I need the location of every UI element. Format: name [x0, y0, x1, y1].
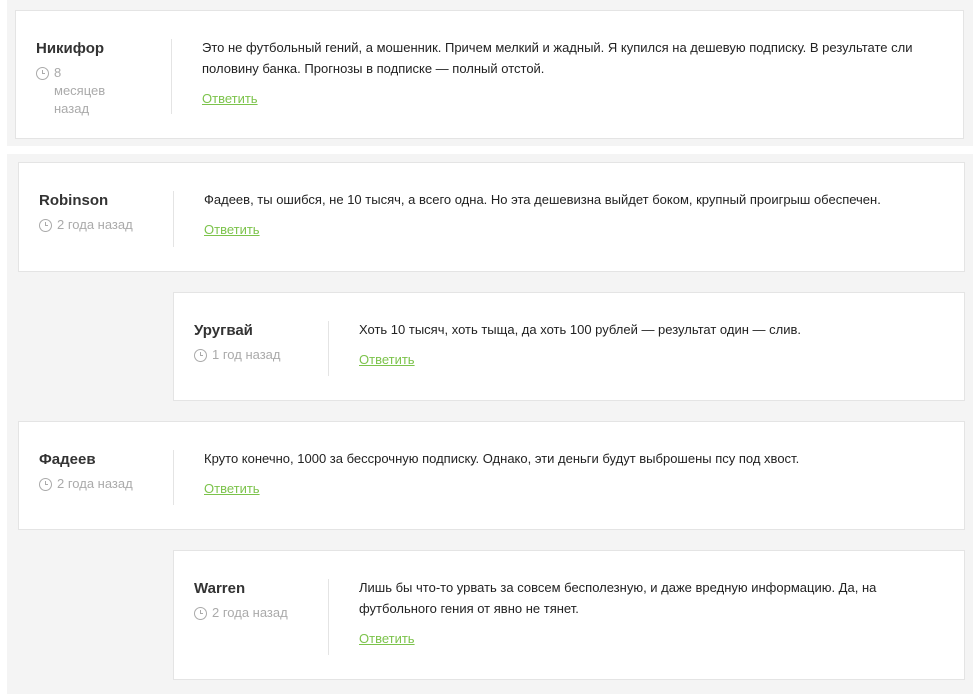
comment-body: Лишь бы что-то урвать за совсем бесполез…: [329, 551, 964, 679]
comment-author: Фадеев: [39, 451, 96, 468]
comment-time: 1 год назад: [194, 346, 329, 364]
reply-link[interactable]: Ответить: [204, 222, 260, 237]
comment-card-reply: Warren 2 года назад Лишь бы что-то урват…: [173, 550, 965, 680]
comment-time-text: 8 месяцев назад: [54, 65, 106, 116]
comment-author: Никифор: [36, 40, 105, 57]
comment-time: 2 года назад: [194, 604, 329, 622]
comment-text: Круто конечно, 1000 за бессрочную подпис…: [204, 451, 800, 466]
comment-card-reply: Уругвай 1 год назад Хоть 10 тысяч, хоть …: [173, 292, 965, 401]
reply-link[interactable]: Ответить: [202, 91, 258, 106]
clock-icon: [194, 607, 207, 620]
comment-body: Это не футбольный гений, а мошенник. При…: [172, 11, 963, 138]
comment-card: Robinson 2 года назад Фадеев, ты ошибся,…: [18, 162, 965, 272]
comment-meta: Уругвай 1 год назад: [174, 293, 329, 400]
reply-link[interactable]: Ответить: [204, 481, 260, 496]
comment-author: Warren: [194, 580, 246, 597]
comment-time-text: 2 года назад: [212, 605, 288, 620]
comment-time-text: 1 год назад: [212, 347, 281, 362]
comment-author: Robinson: [39, 192, 109, 209]
reply-link[interactable]: Ответить: [359, 631, 415, 646]
comment-body: Фадеев, ты ошибся, не 10 тысяч, а всего …: [174, 163, 964, 271]
comment-time-text: 2 года назад: [57, 217, 133, 232]
clock-icon: [36, 67, 49, 80]
comment-body: Круто конечно, 1000 за бессрочную подпис…: [174, 422, 964, 529]
comment-text: Это не футбольный гений, а мошенник. При…: [202, 40, 913, 76]
comment-time-text: 2 года назад: [57, 476, 133, 491]
clock-icon: [39, 219, 52, 232]
comment-meta: Robinson 2 года назад: [19, 163, 174, 271]
comments-section: Никифор 8 месяцев назад Это не футбольны…: [0, 0, 980, 694]
comment-meta: Warren 2 года назад: [174, 551, 329, 679]
clock-icon: [194, 349, 207, 362]
comment-meta: Фадеев 2 года назад: [19, 422, 174, 529]
clock-icon: [39, 478, 52, 491]
comment-body: Хоть 10 тысяч, хоть тыща, да хоть 100 ру…: [329, 293, 964, 400]
comment-time: 8 месяцев назад: [36, 64, 172, 118]
comment-time: 2 года назад: [39, 216, 174, 234]
comment-card: Фадеев 2 года назад Круто конечно, 1000 …: [18, 421, 965, 530]
comment-meta: Никифор 8 месяцев назад: [16, 11, 172, 138]
comment-text: Фадеев, ты ошибся, не 10 тысяч, а всего …: [204, 192, 881, 207]
comment-time: 2 года назад: [39, 475, 174, 493]
comment-card: Никифор 8 месяцев назад Это не футбольны…: [15, 10, 964, 139]
comment-text: Лишь бы что-то урвать за совсем бесполез…: [359, 580, 877, 616]
comment-text: Хоть 10 тысяч, хоть тыща, да хоть 100 ру…: [359, 322, 801, 337]
reply-link[interactable]: Ответить: [359, 352, 415, 367]
comment-author: Уругвай: [194, 322, 253, 339]
